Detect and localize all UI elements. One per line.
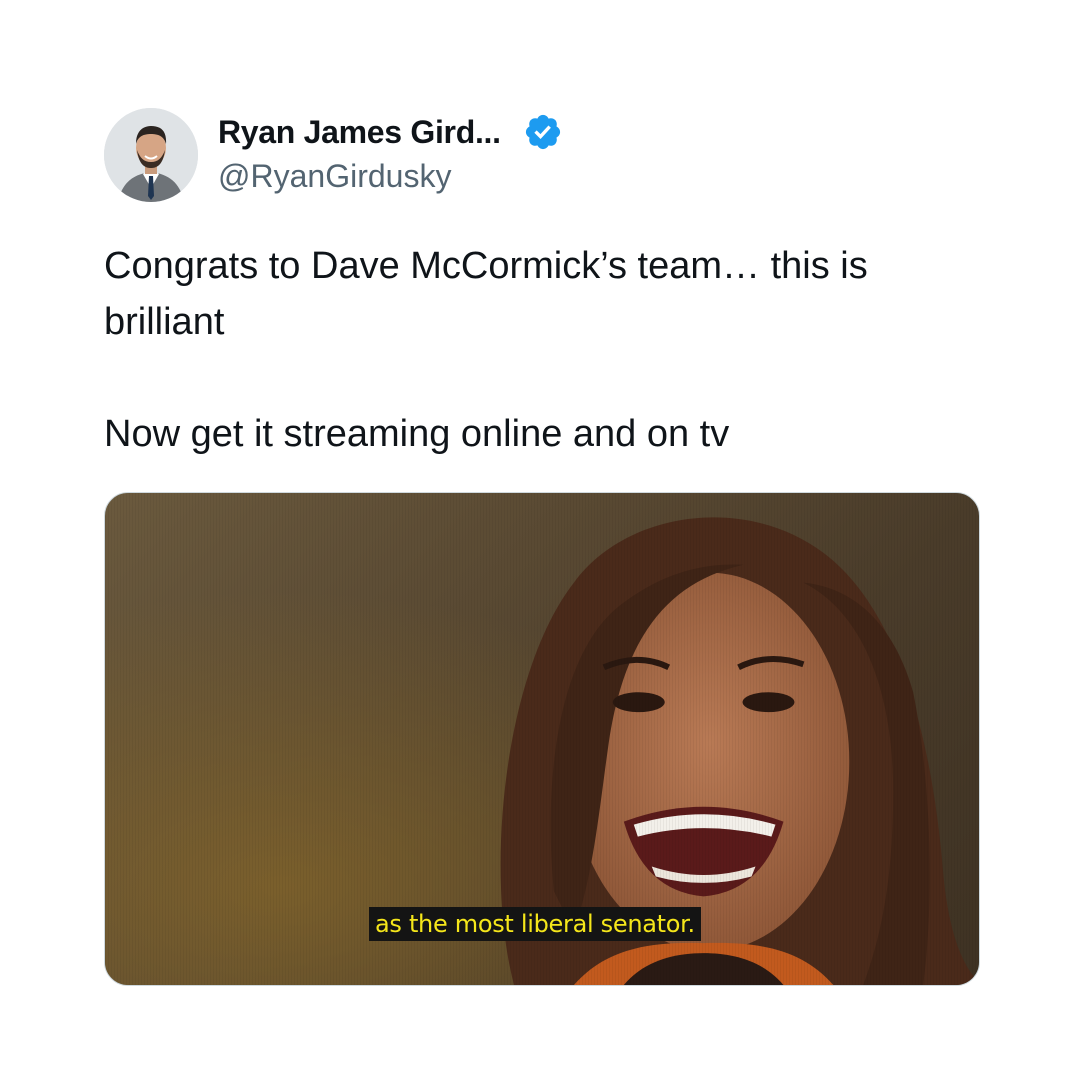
video-subtitle: as the most liberal senator.: [369, 907, 701, 941]
tweet-body: Congrats to Dave McCormick’s team… this …: [104, 238, 964, 462]
avatar-photo: [104, 108, 198, 202]
tweet-media-video[interactable]: as the most liberal senator.: [104, 492, 980, 986]
tweet-text-line: Congrats to Dave McCormick’s team… this …: [104, 245, 868, 343]
author-handle[interactable]: @RyanGirdusky: [218, 158, 451, 195]
author-name-row: Ryan James Gird...: [218, 112, 563, 152]
tweet-text-line: Now get it streaming online and on tv: [104, 413, 730, 455]
avatar[interactable]: [104, 108, 198, 202]
tweet-card: Ryan James Gird... @RyanGirdusky Congrat…: [0, 0, 1080, 1080]
verified-badge-icon[interactable]: [523, 112, 563, 152]
author-display-name[interactable]: Ryan James Gird...: [218, 114, 501, 151]
